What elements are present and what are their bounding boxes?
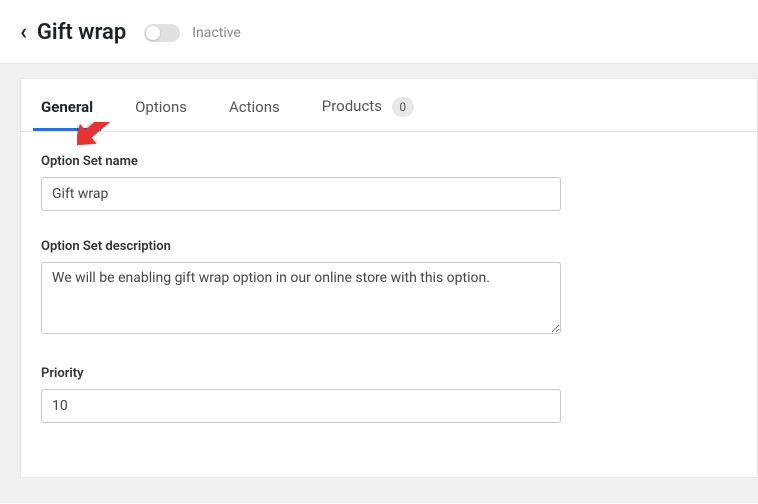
page-header: ‹ Gift wrap Inactive	[0, 0, 758, 63]
toggle-knob	[146, 26, 160, 40]
status-label: Inactive	[192, 25, 241, 41]
desc-textarea[interactable]	[41, 262, 561, 334]
name-input[interactable]	[41, 177, 561, 211]
form-area: Option Set name Option Set description P…	[21, 132, 757, 473]
tab-label: Actions	[229, 98, 280, 116]
settings-card: General Options Actions Products 0 Optio…	[20, 78, 758, 478]
back-chevron-icon[interactable]: ‹	[20, 20, 27, 45]
priority-label: Priority	[41, 366, 737, 381]
name-label: Option Set name	[41, 154, 737, 169]
tab-general[interactable]: General	[41, 80, 93, 130]
priority-input[interactable]	[41, 389, 561, 423]
field-description: Option Set description	[41, 239, 737, 338]
tab-options[interactable]: Options	[135, 80, 187, 130]
field-priority: Priority	[41, 366, 737, 423]
tab-label: Products	[322, 97, 382, 115]
tab-label: General	[41, 98, 93, 116]
page-title: Gift wrap	[37, 20, 126, 45]
field-name: Option Set name	[41, 154, 737, 211]
tab-bar: General Options Actions Products 0	[21, 79, 757, 132]
active-toggle[interactable]	[144, 24, 180, 42]
tab-products[interactable]: Products 0	[322, 79, 414, 131]
tab-badge: 0	[392, 97, 414, 117]
tab-actions[interactable]: Actions	[229, 80, 280, 130]
tab-label: Options	[135, 98, 187, 116]
content-area: General Options Actions Products 0 Optio…	[0, 63, 758, 503]
desc-label: Option Set description	[41, 239, 737, 254]
